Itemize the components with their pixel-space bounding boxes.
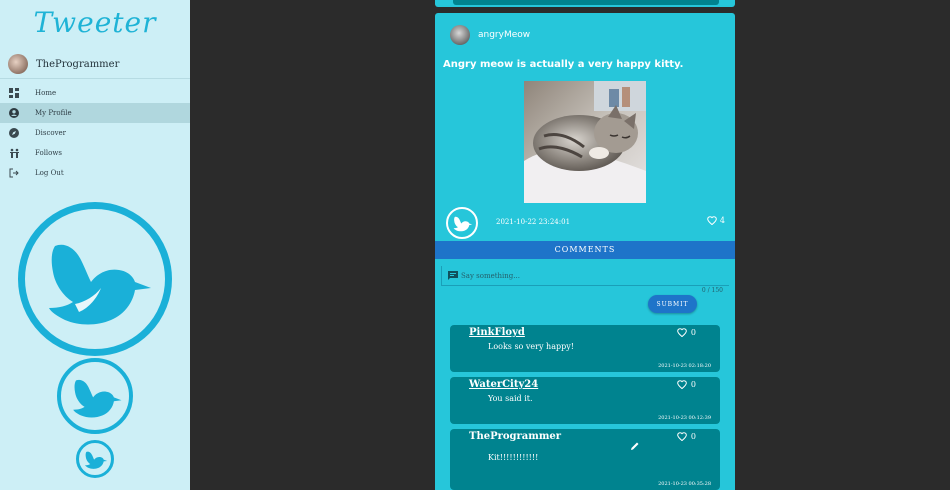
people-icon bbox=[8, 147, 20, 159]
compass-icon bbox=[8, 127, 20, 139]
char-counter: 0 / 150 bbox=[701, 287, 723, 294]
previous-post-comment bbox=[453, 0, 719, 5]
comment-user[interactable]: WaterCity24 bbox=[469, 379, 538, 390]
sidebar-item-label: Follows bbox=[35, 149, 62, 157]
sidebar-user[interactable]: TheProgrammer bbox=[8, 54, 119, 74]
author-name: angryMeow bbox=[478, 30, 531, 40]
submit-button[interactable]: SUBMIT bbox=[648, 295, 697, 313]
bird-logo-small bbox=[76, 440, 114, 478]
post-card: angryMeow Angry meow is actually a very … bbox=[435, 13, 735, 490]
sidebar-item-home[interactable]: Home bbox=[0, 83, 190, 103]
comment-card: TheProgrammer Kit!!!!!!!!!!!! 0 2021-10-… bbox=[450, 429, 720, 490]
heart-icon bbox=[677, 328, 687, 337]
bird-icon bbox=[453, 216, 473, 232]
comment-card: WaterCity24 You said it. 0 2021-10-23 00… bbox=[450, 377, 720, 424]
comment-input[interactable] bbox=[461, 271, 701, 280]
logout-icon bbox=[8, 167, 20, 179]
comment-field[interactable] bbox=[441, 266, 729, 286]
post-like-count: 4 bbox=[719, 216, 725, 225]
sidebar-item-label: My Profile bbox=[35, 109, 72, 117]
sidebar: Tweeter TheProgrammer Home My Profile Di… bbox=[0, 0, 190, 490]
comment-like-count: 0 bbox=[690, 380, 696, 389]
comment-text: You said it. bbox=[488, 394, 533, 403]
bird-logo-medium bbox=[57, 358, 133, 434]
comment-date: 2021-10-23 00:12:39 bbox=[658, 415, 711, 421]
heart-icon bbox=[677, 380, 687, 389]
previous-post-card bbox=[435, 0, 735, 7]
comment-date: 2021-10-23 02:18:20 bbox=[658, 363, 711, 369]
bird-icon bbox=[85, 451, 108, 469]
sidebar-item-discover[interactable]: Discover bbox=[0, 123, 190, 143]
comment-text: Looks so very happy! bbox=[488, 342, 574, 351]
post-bird-avatar bbox=[446, 207, 478, 239]
cat-photo bbox=[524, 81, 646, 203]
sidebar-item-my-profile[interactable]: My Profile bbox=[0, 103, 190, 123]
comment-card: PinkFloyd Looks so very happy! 0 2021-10… bbox=[450, 325, 720, 372]
feed: angryMeow Angry meow is actually a very … bbox=[435, 0, 735, 490]
bird-icon bbox=[73, 379, 122, 418]
sidebar-divider bbox=[0, 78, 190, 79]
app-logo[interactable]: Tweeter bbox=[0, 6, 190, 39]
comment-like-count: 0 bbox=[690, 432, 696, 441]
comments-header[interactable]: COMMENTS bbox=[435, 241, 735, 259]
user-avatar bbox=[8, 54, 28, 74]
comment-like-button[interactable]: 0 bbox=[677, 380, 696, 389]
comment-icon bbox=[448, 270, 458, 280]
account-circle-icon bbox=[8, 107, 20, 119]
post-image[interactable] bbox=[524, 81, 646, 203]
heart-icon bbox=[677, 432, 687, 441]
post-author[interactable]: angryMeow bbox=[450, 25, 530, 45]
edit-comment-button[interactable] bbox=[630, 436, 640, 455]
post-text: Angry meow is actually a very happy kitt… bbox=[443, 59, 684, 70]
sidebar-item-label: Discover bbox=[35, 129, 67, 137]
dashboard-icon bbox=[8, 87, 20, 99]
sidebar-item-label: Home bbox=[35, 89, 57, 97]
comment-user[interactable]: PinkFloyd bbox=[469, 327, 525, 338]
user-name: TheProgrammer bbox=[36, 58, 120, 70]
author-avatar bbox=[450, 25, 470, 45]
comment-like-button[interactable]: 0 bbox=[677, 432, 696, 441]
bird-icon bbox=[49, 244, 151, 325]
pencil-icon bbox=[631, 442, 639, 450]
sidebar-nav: Home My Profile Discover Follows Log Out bbox=[0, 83, 190, 183]
comment-date: 2021-10-23 00:35:28 bbox=[658, 481, 711, 487]
heart-icon bbox=[707, 216, 717, 225]
sidebar-item-follows[interactable]: Follows bbox=[0, 143, 190, 163]
post-date: 2021-10-22 23:24:01 bbox=[496, 218, 571, 226]
bird-logo-large bbox=[18, 202, 172, 356]
comment-user[interactable]: TheProgrammer bbox=[469, 431, 561, 442]
post-like-button[interactable]: 4 bbox=[707, 216, 725, 225]
comment-like-button[interactable]: 0 bbox=[677, 328, 696, 337]
comment-text: Kit!!!!!!!!!!!! bbox=[488, 453, 539, 462]
comment-like-count: 0 bbox=[690, 328, 696, 337]
sidebar-item-log-out[interactable]: Log Out bbox=[0, 163, 190, 183]
sidebar-item-label: Log Out bbox=[35, 169, 64, 177]
